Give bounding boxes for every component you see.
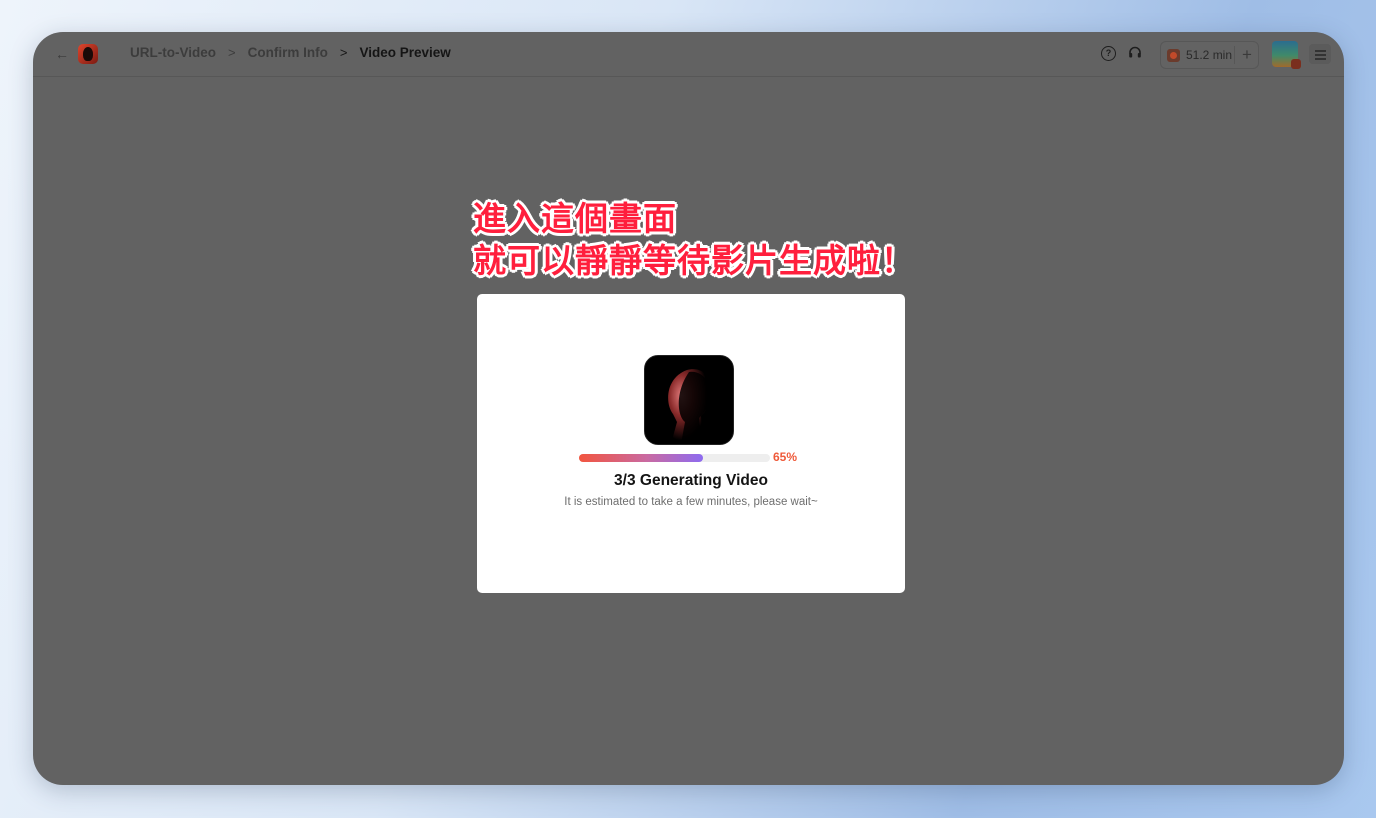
progress-fill	[579, 454, 704, 462]
app-logo-icon[interactable]	[78, 44, 98, 64]
breadcrumb-video-preview: Video Preview	[359, 45, 451, 60]
annotation-line-2: 就可以靜靜等待影片生成啦！	[473, 241, 915, 280]
breadcrumb: URL-to-Video > Confirm Info > Video Prev…	[130, 45, 451, 60]
app-thumbnail	[644, 355, 734, 445]
divider	[1234, 46, 1235, 64]
avatar[interactable]	[1272, 41, 1301, 69]
annotation-line-1: 進入這個畫面	[473, 199, 677, 238]
chevron-right-icon: >	[339, 45, 348, 60]
status-subtitle: It is estimated to take a few minutes, p…	[564, 496, 818, 508]
progress-percent: 65%	[773, 450, 798, 464]
generation-dialog: 65% 3/3 Generating Video It is estimated…	[477, 294, 905, 593]
credits-balance: 51.2 min +	[1160, 41, 1259, 69]
app-window: ← URL-to-Video > Confirm Info > Video Pr…	[33, 32, 1344, 785]
plus-icon[interactable]: +	[1239, 44, 1255, 66]
progress-bar	[579, 454, 770, 462]
help-icon[interactable]: ?	[1101, 46, 1116, 61]
status-title: 3/3 Generating Video	[614, 472, 768, 489]
menu-icon[interactable]	[1309, 44, 1331, 64]
top-bar: ← URL-to-Video > Confirm Info > Video Pr…	[33, 32, 1344, 77]
credits-value: 51.2 min	[1186, 48, 1233, 62]
avatar-badge-icon	[1291, 59, 1301, 69]
breadcrumb-url-to-video[interactable]: URL-to-Video	[130, 45, 216, 60]
headset-icon[interactable]	[1128, 46, 1142, 60]
chevron-right-icon: >	[228, 45, 236, 60]
breadcrumb-confirm-info[interactable]: Confirm Info	[248, 45, 328, 60]
head-silhouette-icon	[645, 356, 733, 444]
annotation-text: 進入這個畫面 就可以靜靜等待影片生成啦！	[473, 198, 915, 282]
credit-icon	[1167, 48, 1180, 62]
back-arrow-icon[interactable]: ←	[55, 45, 71, 63]
